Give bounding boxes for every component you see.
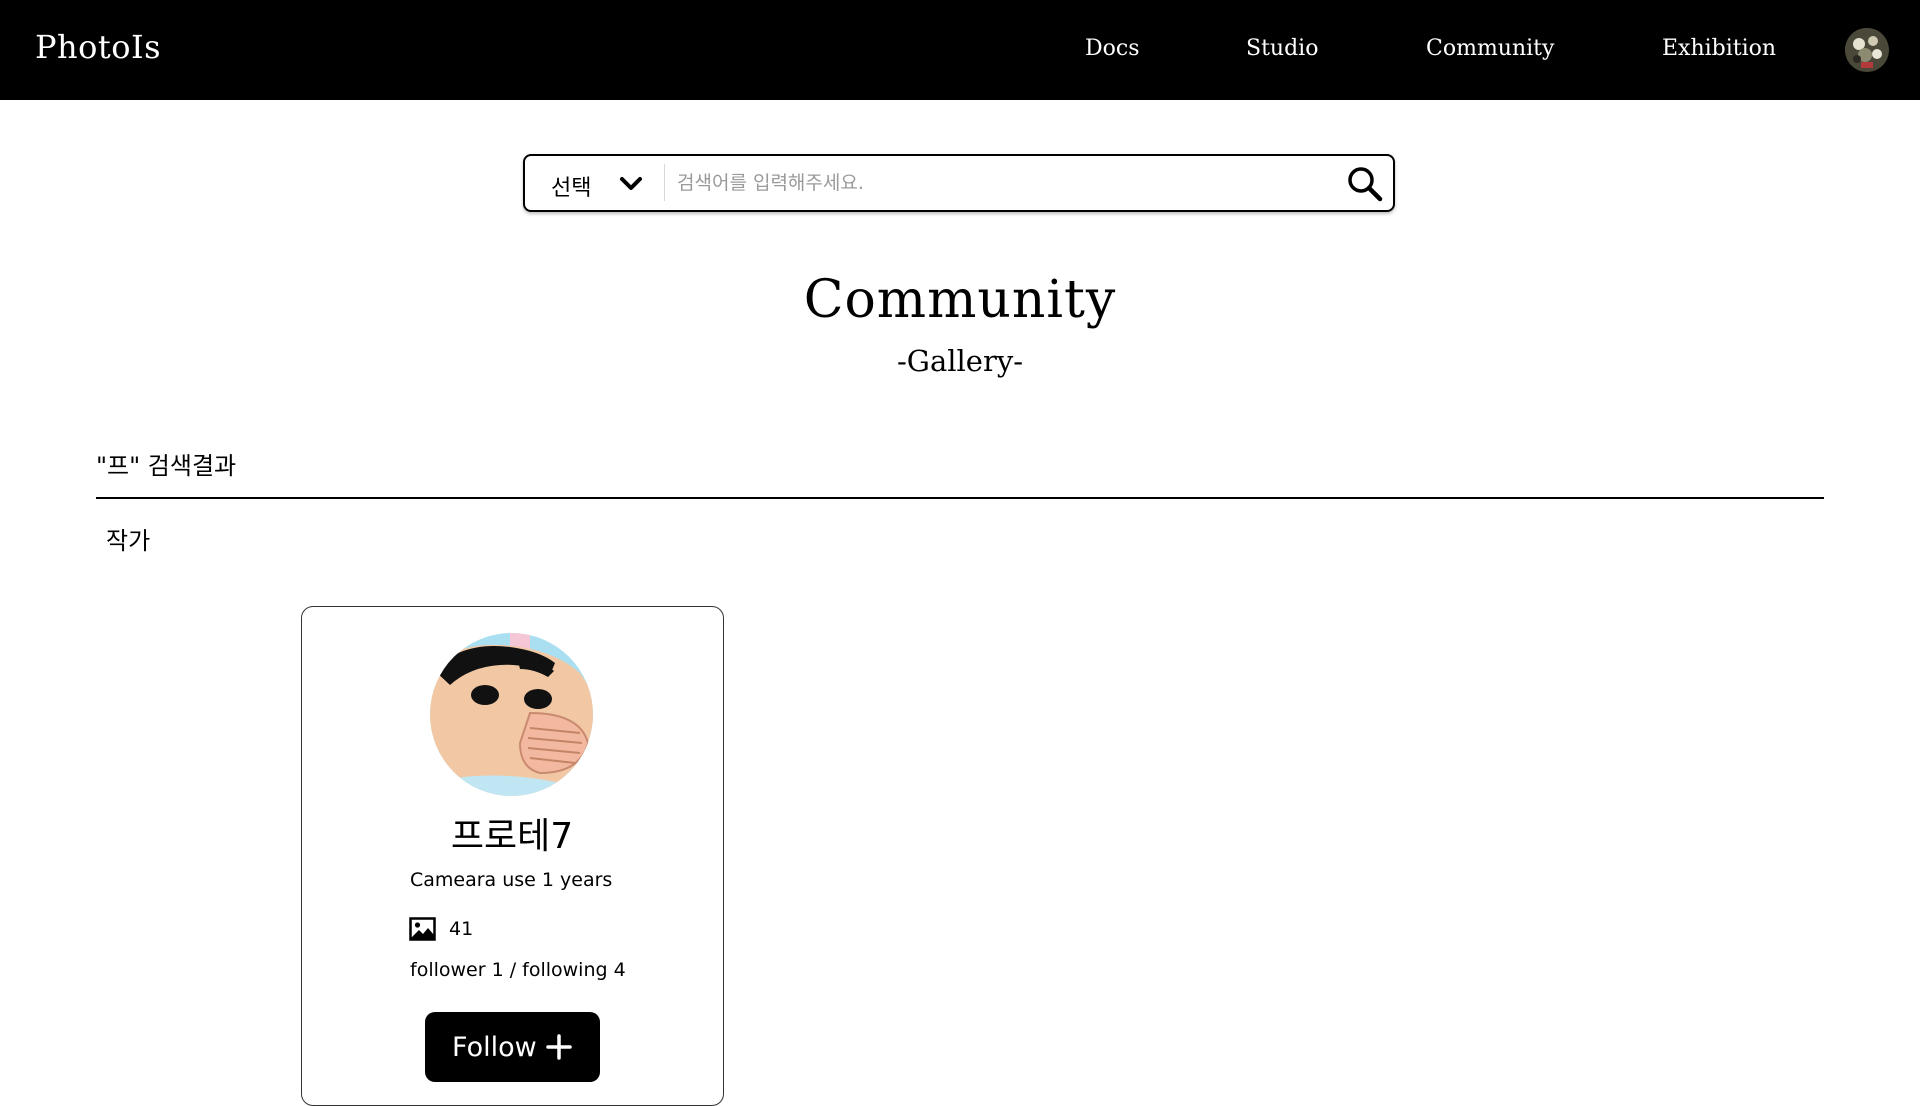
- follow-stats: follower 1 / following 4: [410, 959, 626, 981]
- search-category-select[interactable]: 선택: [525, 156, 663, 209]
- result-divider: [96, 497, 1824, 499]
- camera-use-text: Cameara use 1 years: [410, 869, 613, 891]
- artist-avatar-image: [430, 633, 593, 796]
- user-avatar-image: [1845, 28, 1889, 72]
- photo-count: 41: [449, 918, 474, 940]
- user-avatar[interactable]: [1845, 28, 1889, 72]
- search-bar: 선택: [523, 154, 1395, 212]
- follow-button-label: Follow: [452, 1032, 537, 1063]
- search-result-heading: "프" 검색결과: [96, 452, 237, 480]
- artist-name[interactable]: 프로테7: [302, 807, 722, 859]
- chevron-down-icon: [620, 177, 642, 190]
- site-logo[interactable]: PhotoIs: [35, 28, 161, 66]
- search-divider: [664, 164, 665, 201]
- follow-button[interactable]: Follow: [425, 1012, 600, 1082]
- page-subtitle: -Gallery-: [896, 344, 1023, 378]
- page-title: Community: [803, 270, 1117, 330]
- nav-link-docs[interactable]: Docs: [1085, 36, 1140, 61]
- artist-card: 프로테7 Cameara use 1 years 41 follower 1 /…: [301, 606, 724, 1106]
- search-button[interactable]: [1345, 164, 1385, 204]
- nav-link-exhibition[interactable]: Exhibition: [1662, 36, 1776, 61]
- artist-avatar[interactable]: [430, 633, 593, 796]
- nav-link-community[interactable]: Community: [1426, 36, 1554, 61]
- search-category-label: 선택: [551, 176, 592, 201]
- nav-link-studio[interactable]: Studio: [1246, 36, 1318, 61]
- search-input[interactable]: [675, 162, 1319, 204]
- top-navigation-bar: PhotoIs Docs Studio Community Exhibition: [0, 0, 1920, 100]
- plus-icon: [546, 1034, 572, 1060]
- artist-section-label: 작가: [106, 527, 151, 555]
- search-icon: [1348, 167, 1383, 202]
- image-icon: [409, 917, 436, 941]
